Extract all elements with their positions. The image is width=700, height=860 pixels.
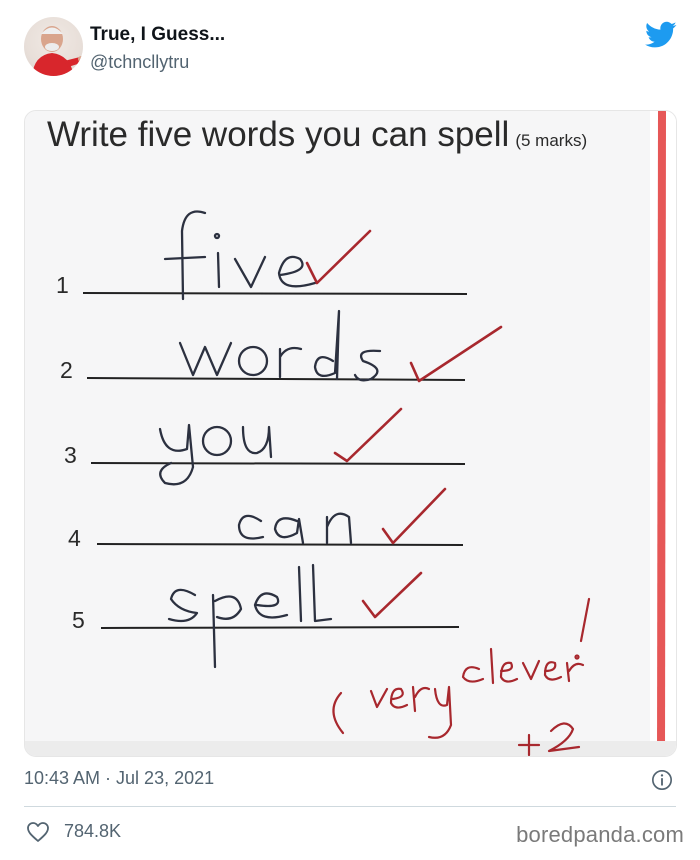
author-display-name[interactable]: True, I Guess...: [90, 24, 225, 46]
worksheet-title: Write five words you can spell (5 marks): [47, 115, 587, 155]
twitter-bird-icon[interactable]: [645, 21, 677, 49]
tweet-timestamp[interactable]: 10:43 AM · Jul 23, 2021: [24, 768, 214, 789]
avatar-man-icon[interactable]: [24, 17, 83, 76]
tweet-photo[interactable]: Write five words you can spell (5 marks) …: [24, 110, 677, 757]
line-number-2: 2: [60, 357, 73, 383]
line-number-5: 5: [72, 607, 85, 633]
worksheet-marks: (5 marks): [515, 131, 588, 150]
line-number-3: 3: [64, 442, 77, 468]
worksheet-drawing: [25, 111, 676, 756]
boredpanda-watermark: boredpanda.com: [516, 822, 684, 847]
heart-icon: [27, 822, 49, 842]
tweet-card: True, I Guess... @tchncllytru Write five…: [0, 0, 700, 860]
line-number-1: 1: [56, 272, 69, 298]
info-icon[interactable]: [651, 769, 673, 791]
line-number-4: 4: [68, 525, 81, 551]
like-count: 784.8K: [64, 821, 122, 841]
divider: [24, 806, 676, 807]
author-handle[interactable]: @tchncllytru: [90, 52, 189, 73]
tweet-header: True, I Guess... @tchncllytru: [24, 17, 684, 77]
worksheet-title-text: Write five words you can spell: [47, 115, 510, 154]
